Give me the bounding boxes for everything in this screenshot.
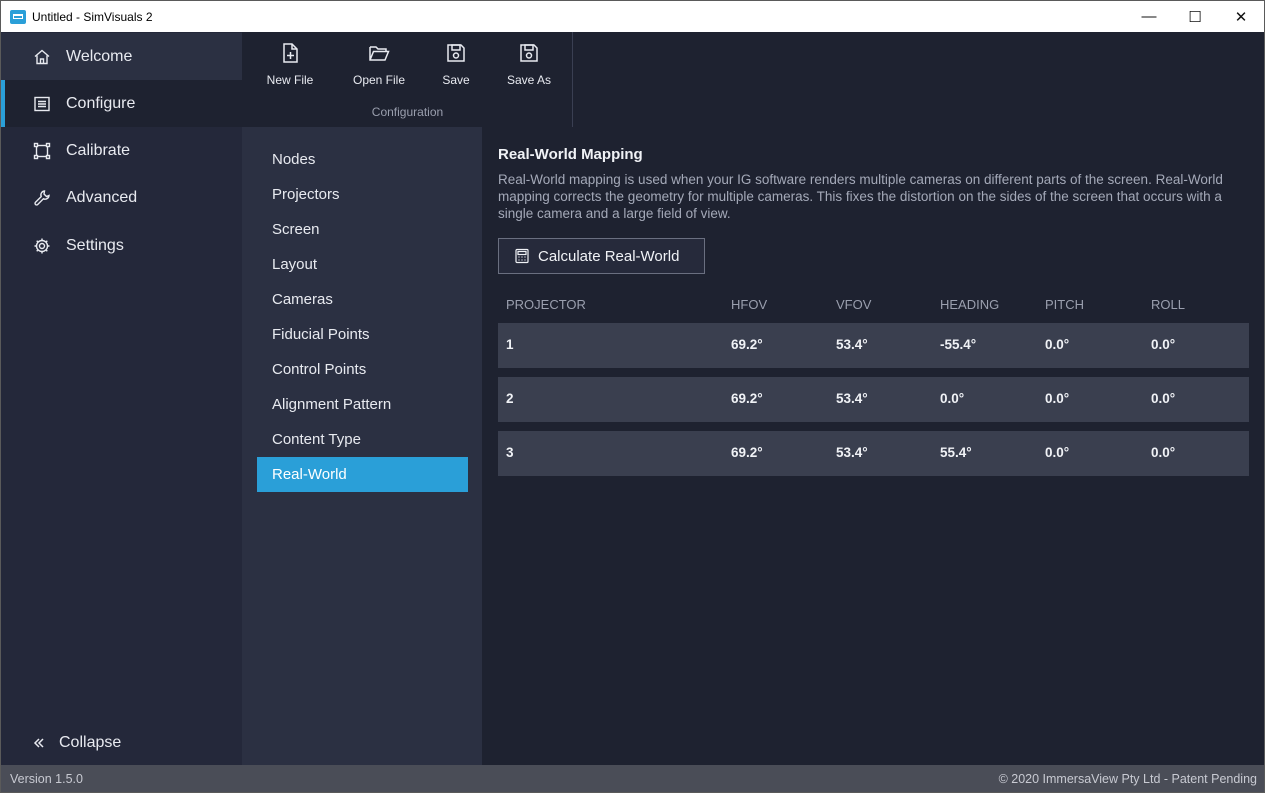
table-row[interactable]: 2 69.2° 53.4° 0.0° 0.0° 0.0° [498, 377, 1249, 422]
close-button[interactable]: ✕ [1218, 1, 1264, 32]
submenu-item-control-points[interactable]: Control Points [257, 352, 468, 387]
list-icon [32, 94, 52, 114]
nav-item-label: Welcome [66, 47, 133, 65]
save-button[interactable]: Save [441, 42, 471, 102]
save-as-icon [520, 44, 538, 62]
cell-vfov: 53.4° [836, 391, 868, 406]
cell-hfov: 69.2° [731, 445, 763, 460]
minimize-button[interactable]: — [1126, 1, 1172, 32]
folder-open-icon [369, 46, 390, 61]
nav-item-settings[interactable]: Settings [1, 222, 242, 269]
cell-pitch: 0.0° [1045, 445, 1070, 460]
window-controls: — ☐ ✕ [1126, 1, 1264, 32]
column-header-roll: ROLL [1151, 297, 1185, 312]
double-chevron-left-icon [29, 733, 49, 753]
save-label: Save [442, 73, 470, 87]
nav-item-advanced[interactable]: Advanced [1, 174, 242, 221]
calculate-real-world-button[interactable]: Calculate Real-World [498, 238, 705, 274]
cell-heading: -55.4° [940, 337, 977, 352]
new-file-label: New File [266, 73, 314, 87]
submenu-item-alignment-pattern[interactable]: Alignment Pattern [257, 387, 468, 422]
real-world-panel: Real-World Mapping Real-World mapping is… [482, 127, 1264, 765]
main-nav: Welcome Configure Calibrate Advanced Set… [1, 32, 242, 765]
nav-item-calibrate[interactable]: Calibrate [1, 127, 242, 174]
table-row[interactable]: 1 69.2° 53.4° -55.4° 0.0° 0.0° [498, 323, 1249, 368]
page-description: Real-World mapping is used when your IG … [498, 172, 1223, 221]
maximize-icon: ☐ [1188, 8, 1202, 26]
submenu-item-nodes[interactable]: Nodes [257, 142, 468, 177]
page-title: Real-World Mapping [498, 146, 643, 163]
copyright-text: © 2020 ImmersaView Pty Ltd - Patent Pend… [998, 772, 1257, 786]
cell-projector: 2 [506, 391, 514, 406]
gear-icon [32, 236, 52, 256]
window-title: Untitled - SimVisuals 2 [32, 9, 153, 24]
cell-heading: 0.0° [940, 391, 965, 406]
submenu-item-cameras[interactable]: Cameras [257, 282, 468, 317]
calculate-button-label: Calculate Real-World [538, 247, 680, 265]
cell-projector: 3 [506, 445, 514, 460]
cell-hfov: 69.2° [731, 391, 763, 406]
save-icon [447, 44, 465, 62]
calculator-icon [515, 248, 529, 264]
cell-hfov: 69.2° [731, 337, 763, 352]
app-logo-icon [10, 9, 26, 24]
cell-pitch: 0.0° [1045, 337, 1070, 352]
cell-roll: 0.0° [1151, 445, 1176, 460]
nav-item-label: Advanced [66, 188, 138, 206]
home-icon [32, 47, 52, 67]
cell-pitch: 0.0° [1045, 391, 1070, 406]
column-header-hfov: HFOV [731, 297, 768, 312]
close-icon: ✕ [1234, 8, 1248, 26]
collapse-label: Collapse [59, 733, 122, 751]
nav-item-label: Configure [66, 94, 136, 112]
title-bar: Untitled - SimVisuals 2 — ☐ ✕ [1, 1, 1264, 32]
column-header-heading: HEADING [940, 297, 1000, 312]
collapse-button[interactable]: Collapse [1, 719, 242, 766]
configure-submenu: Nodes Projectors Screen Layout Cameras F… [242, 127, 482, 765]
ribbon-group-label: Configuration [371, 105, 444, 119]
version-text: Version 1.5.0 [10, 772, 83, 786]
submenu-item-projectors[interactable]: Projectors [257, 177, 468, 212]
save-as-label: Save As [506, 73, 552, 87]
column-header-projector: PROJECTOR [506, 297, 586, 312]
cell-heading: 55.4° [940, 445, 972, 460]
nav-item-label: Settings [66, 236, 124, 254]
submenu-item-screen[interactable]: Screen [257, 212, 468, 247]
app-window: Untitled - SimVisuals 2 — ☐ ✕ Welcome Co… [0, 0, 1265, 793]
submenu-item-layout[interactable]: Layout [257, 247, 468, 282]
wrench-icon [32, 188, 52, 208]
ribbon-toolbar: New File Open File Save Save As Configur… [242, 32, 1264, 127]
column-header-pitch: PITCH [1045, 297, 1084, 312]
open-file-label: Open File [352, 73, 406, 87]
submenu-item-real-world[interactable]: Real-World [257, 457, 468, 492]
column-header-vfov: VFOV [836, 297, 872, 312]
new-file-button[interactable]: New File [266, 42, 314, 102]
cell-vfov: 53.4° [836, 445, 868, 460]
nav-item-label: Calibrate [66, 141, 131, 159]
submenu-item-content-type[interactable]: Content Type [257, 422, 468, 457]
submenu-item-fiducial-points[interactable]: Fiducial Points [257, 317, 468, 352]
cell-vfov: 53.4° [836, 337, 868, 352]
minimize-icon: — [1141, 8, 1157, 25]
cell-roll: 0.0° [1151, 391, 1176, 406]
configuration-group: New File Open File Save Save As Configur… [242, 32, 573, 127]
new-file-icon [283, 43, 298, 63]
open-file-button[interactable]: Open File [351, 42, 407, 102]
table-row[interactable]: 3 69.2° 53.4° 55.4° 0.0° 0.0° [498, 431, 1249, 476]
nav-item-configure[interactable]: Configure [1, 80, 242, 127]
frame-icon [32, 141, 52, 161]
maximize-button[interactable]: ☐ [1172, 1, 1218, 32]
cell-projector: 1 [506, 337, 514, 352]
cell-roll: 0.0° [1151, 337, 1176, 352]
nav-item-welcome[interactable]: Welcome [1, 33, 242, 80]
status-bar: Version 1.5.0 © 2020 ImmersaView Pty Ltd… [1, 765, 1264, 792]
table-header: PROJECTOR HFOV VFOV HEADING PITCH ROLL [498, 297, 1249, 317]
save-as-button[interactable]: Save As [506, 42, 552, 102]
